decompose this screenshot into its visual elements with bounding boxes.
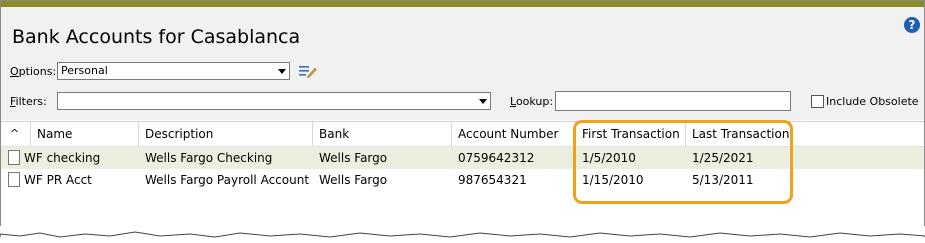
help-icon[interactable]: ? — [904, 17, 920, 33]
include-obsolete-label: Include Obsolete — [826, 95, 919, 108]
dropdown-arrow-icon — [479, 99, 487, 104]
filters-label: Filters: — [10, 95, 47, 108]
page-title: Bank Accounts for Casablanca — [12, 26, 301, 48]
options-label: Options: — [10, 65, 57, 78]
filters-dropdown[interactable] — [57, 92, 491, 110]
dropdown-arrow-icon — [278, 69, 286, 74]
lookup-input[interactable] — [555, 91, 791, 111]
row-bank-cell: Wells Fargo — [319, 173, 388, 187]
row-name-cell: WF checking — [1, 147, 139, 169]
row-name-cell: WF PR Acct — [1, 169, 139, 191]
options-value: Personal — [61, 64, 108, 77]
include-obsolete-checkbox[interactable] — [811, 95, 824, 108]
column-header-description[interactable]: Description — [139, 122, 313, 146]
row-bank-cell: Wells Fargo — [319, 151, 388, 165]
row-description-cell: Wells Fargo Checking — [145, 151, 273, 165]
column-header-bank[interactable]: Bank — [313, 122, 452, 146]
options-dropdown[interactable]: Personal — [57, 62, 290, 80]
torn-edge — [0, 226, 925, 238]
transaction-columns-highlight — [573, 120, 793, 204]
column-header-name[interactable]: Name — [31, 122, 139, 146]
row-description-cell: Wells Fargo Payroll Account — [145, 173, 310, 187]
row-account-number-cell: 987654321 — [458, 173, 527, 187]
document-icon — [8, 172, 20, 187]
document-icon — [8, 150, 20, 165]
column-header-account-number[interactable]: Account Number — [452, 122, 576, 146]
edit-list-icon[interactable] — [299, 64, 317, 78]
bank-accounts-window: Bank Accounts for Casablanca ? Options: … — [0, 0, 925, 237]
lookup-label: Lookup: — [510, 95, 554, 108]
row-account-number-cell: 0759642312 — [458, 151, 535, 165]
sort-up-icon[interactable]: ^ — [1, 122, 31, 146]
